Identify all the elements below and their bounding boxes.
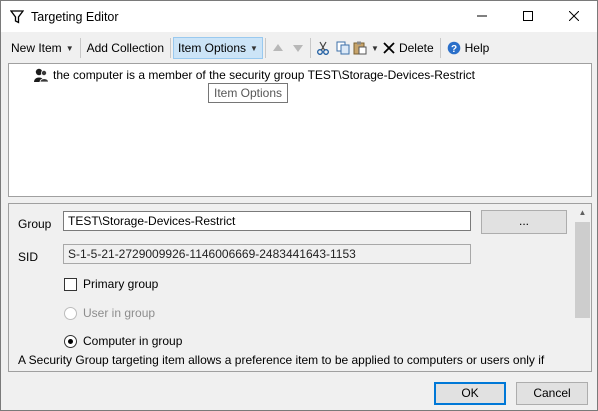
sid-label: SID [18,250,39,264]
svg-text:?: ? [451,44,457,55]
up-arrow-icon [272,44,283,51]
minimize-icon [477,15,487,17]
move-down-button[interactable] [288,37,308,59]
minimize-button[interactable] [459,1,505,31]
toolbar-separator [264,38,266,58]
group-field[interactable]: TEST\Storage-Devices-Restrict [63,211,471,231]
item-options-button[interactable]: Item Options ▼ [173,37,263,59]
properties-pane: Group TEST\Storage-Devices-Restrict ... … [8,203,592,372]
description-text: A Security Group targeting item allows a… [18,353,545,367]
close-button[interactable] [551,1,597,31]
close-icon [569,11,579,21]
radio-circle [64,306,77,320]
item-options-tooltip: Item Options [208,83,289,103]
item-options-label: Item Options [178,41,247,55]
toolbar-separator [170,38,171,58]
copy-icon [336,41,350,55]
help-button[interactable]: ? Help [443,37,494,59]
paste-button[interactable]: ▼ [353,37,379,59]
user-in-group-label: User in group [83,306,156,320]
title-bar: Targeting Editor [1,1,597,32]
dropdown-arrow-icon: ▼ [250,43,258,53]
primary-group-label: Primary group [83,277,159,291]
user-in-group-radio[interactable]: User in group [64,306,155,320]
tree-item-security-group[interactable]: the computer is a member of the security… [33,66,475,84]
move-up-button[interactable] [268,37,288,59]
checkbox-box [64,277,77,291]
computer-in-group-label: Computer in group [83,334,183,348]
toolbar-separator [439,38,441,58]
delete-x-icon [383,42,395,54]
window-title: Targeting Editor [31,9,119,24]
security-group-icon [34,68,49,83]
maximize-button[interactable] [505,1,551,31]
dropdown-arrow-icon: ▼ [65,43,74,53]
help-label: Help [464,41,490,55]
toolbar-separator [79,38,81,58]
tree-item-label: the computer is a member of the security… [53,68,475,82]
cancel-button[interactable]: Cancel [516,382,588,405]
targeting-editor-window: Targeting Editor New Item ▼ Add Collecti… [0,0,598,411]
maximize-icon [523,11,533,21]
add-collection-button[interactable]: Add Collection [83,37,168,59]
delete-button[interactable]: Delete [379,37,438,59]
vertical-scrollbar[interactable]: ▲ [574,204,591,371]
filter-icon [9,9,25,25]
group-label: Group [18,217,52,231]
sid-field[interactable]: S-1-5-21-2729009926-1146006669-248344164… [63,244,471,264]
ok-button[interactable]: OK [434,382,506,405]
targeting-items-tree[interactable]: the computer is a member of the security… [8,63,592,197]
toolbar-separator [309,38,311,58]
scrollbar-thumb[interactable] [575,222,590,318]
paste-icon [353,41,367,55]
delete-label: Delete [398,41,434,55]
add-collection-label: Add Collection [86,41,164,55]
new-item-button[interactable]: New Item ▼ [7,37,78,59]
new-item-label: New Item [11,41,62,55]
cut-button[interactable] [313,37,333,59]
scissors-icon [317,41,329,55]
toolbar: New Item ▼ Add Collection Item Options ▼… [1,35,597,61]
help-icon: ? [447,41,460,55]
browse-group-button[interactable]: ... [481,210,567,234]
dropdown-arrow-icon: ▼ [370,43,379,53]
down-arrow-icon [292,45,303,52]
scroll-up-icon[interactable]: ▲ [574,204,591,221]
computer-in-group-radio[interactable]: Computer in group [64,334,182,348]
primary-group-checkbox[interactable]: Primary group [64,277,158,291]
radio-circle [64,334,77,348]
copy-button[interactable] [333,37,353,59]
